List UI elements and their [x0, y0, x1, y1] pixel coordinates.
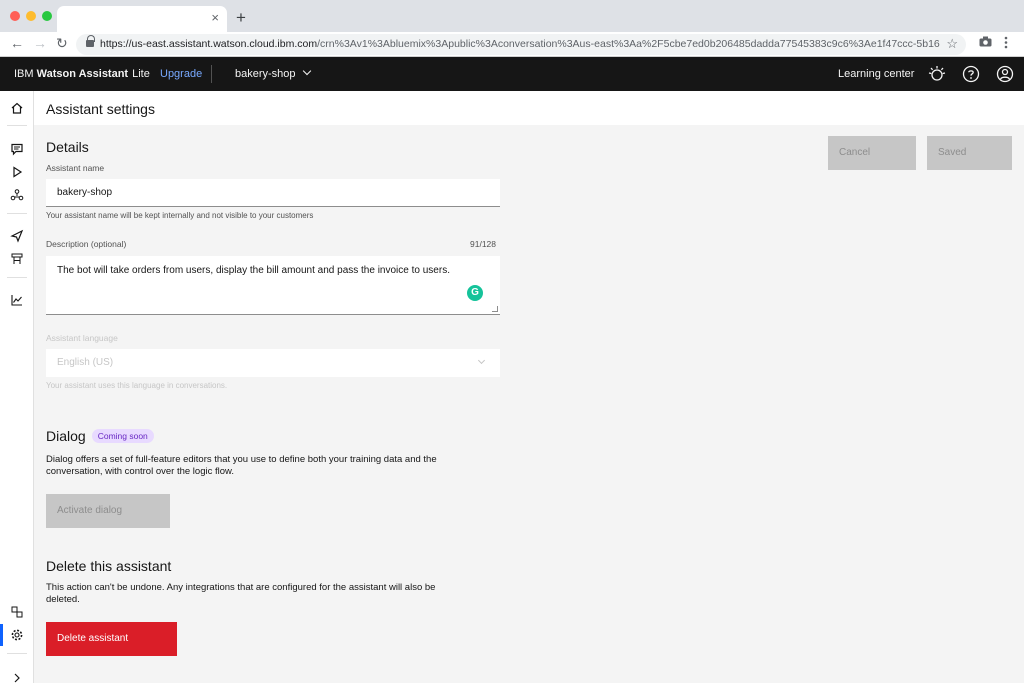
- cancel-button[interactable]: Cancel: [828, 136, 916, 170]
- resize-handle-icon[interactable]: [492, 306, 498, 312]
- analytics-icon[interactable]: [10, 293, 24, 307]
- dialog-description: Dialog offers a set of full-feature edit…: [46, 454, 437, 477]
- close-window-button[interactable]: [10, 11, 20, 21]
- dialog-heading: Dialog Coming soon: [46, 428, 154, 445]
- coming-soon-tag: Coming soon: [91, 429, 154, 443]
- maximize-window-button[interactable]: [42, 11, 52, 21]
- delete-heading: Delete this assistant: [46, 558, 172, 574]
- header-divider: [211, 65, 212, 83]
- rail-divider: [7, 213, 27, 214]
- ibm-bee-icon[interactable]: [928, 65, 946, 83]
- home-icon[interactable]: [10, 101, 24, 115]
- assistant-name-helper: Your assistant name will be kept interna…: [46, 211, 314, 220]
- activate-dialog-button[interactable]: Activate dialog: [46, 494, 170, 528]
- description-label: Description (optional): [46, 239, 127, 249]
- back-icon[interactable]: ←: [10, 35, 24, 51]
- switch-icon[interactable]: [10, 605, 24, 619]
- chevron-down-icon: [477, 356, 486, 365]
- address-bar[interactable]: https://us-east.assistant.watson.cloud.i…: [76, 34, 966, 55]
- menu-icon[interactable]: [1004, 36, 1008, 52]
- learning-center-link[interactable]: Learning center: [838, 68, 914, 80]
- page-title: Assistant settings: [46, 101, 155, 117]
- settings-gear-icon[interactable]: [10, 628, 24, 642]
- assistant-language-select[interactable]: English (US): [46, 349, 500, 377]
- browser-tabstrip: × +: [0, 0, 1024, 32]
- assistant-name-input[interactable]: bakery-shop: [46, 179, 500, 207]
- actions-icon[interactable]: [10, 142, 24, 156]
- browser-toolbar: ← → ↻ https://us-east.assistant.watson.c…: [0, 32, 1024, 57]
- product-name[interactable]: IBM Watson Assistant Lite: [14, 68, 150, 80]
- left-nav-rail: [0, 91, 34, 683]
- details-heading: Details: [46, 139, 89, 155]
- upgrade-link[interactable]: Upgrade: [160, 68, 202, 80]
- description-textarea[interactable]: The bot will take orders from users, dis…: [46, 256, 500, 315]
- url-text: https://us-east.assistant.watson.cloud.i…: [100, 38, 940, 50]
- publish-icon[interactable]: [10, 229, 24, 243]
- integrations-icon[interactable]: [10, 188, 24, 202]
- reload-icon[interactable]: ↻: [56, 35, 68, 52]
- rail-divider: [7, 653, 27, 654]
- assistant-language-label: Assistant language: [46, 333, 118, 343]
- delete-description: This action can't be undone. Any integra…: [46, 582, 436, 605]
- bookmark-star-icon[interactable]: ☆: [946, 36, 958, 52]
- app-header: IBM Watson Assistant Lite Upgrade bakery-…: [0, 57, 1024, 91]
- chevron-down-icon: [302, 66, 311, 76]
- environments-icon[interactable]: [10, 252, 24, 266]
- delete-assistant-button[interactable]: Delete assistant: [46, 622, 177, 656]
- browser-tab[interactable]: ×: [57, 6, 227, 32]
- active-nav-indicator: [0, 624, 3, 646]
- assistant-selector[interactable]: bakery-shop: [235, 66, 311, 80]
- assistant-name-label: Assistant name: [46, 163, 105, 173]
- rail-divider: [7, 277, 27, 278]
- settings-content: Details Cancel Saved Assistant name bake…: [34, 125, 1024, 683]
- page-header: Assistant settings: [34, 91, 1024, 125]
- help-icon[interactable]: [962, 65, 980, 83]
- rail-divider: [7, 125, 27, 126]
- forward-icon[interactable]: →: [33, 35, 47, 51]
- assistant-language-helper: Your assistant uses this language in con…: [46, 381, 228, 390]
- grammarly-icon[interactable]: G: [467, 285, 483, 301]
- minimize-window-button[interactable]: [26, 11, 36, 21]
- description-counter: 91/128: [470, 239, 496, 249]
- camera-icon[interactable]: [979, 36, 992, 50]
- user-avatar-icon[interactable]: [996, 65, 1014, 83]
- new-tab-button[interactable]: +: [236, 8, 246, 28]
- saved-button[interactable]: Saved: [927, 136, 1012, 170]
- window-controls: [10, 11, 52, 21]
- preview-icon[interactable]: [10, 165, 24, 179]
- tab-close-icon[interactable]: ×: [211, 10, 219, 25]
- expand-nav-icon[interactable]: [10, 671, 24, 683]
- description-text: The bot will take orders from users, dis…: [57, 265, 450, 276]
- lock-icon: [86, 35, 95, 47]
